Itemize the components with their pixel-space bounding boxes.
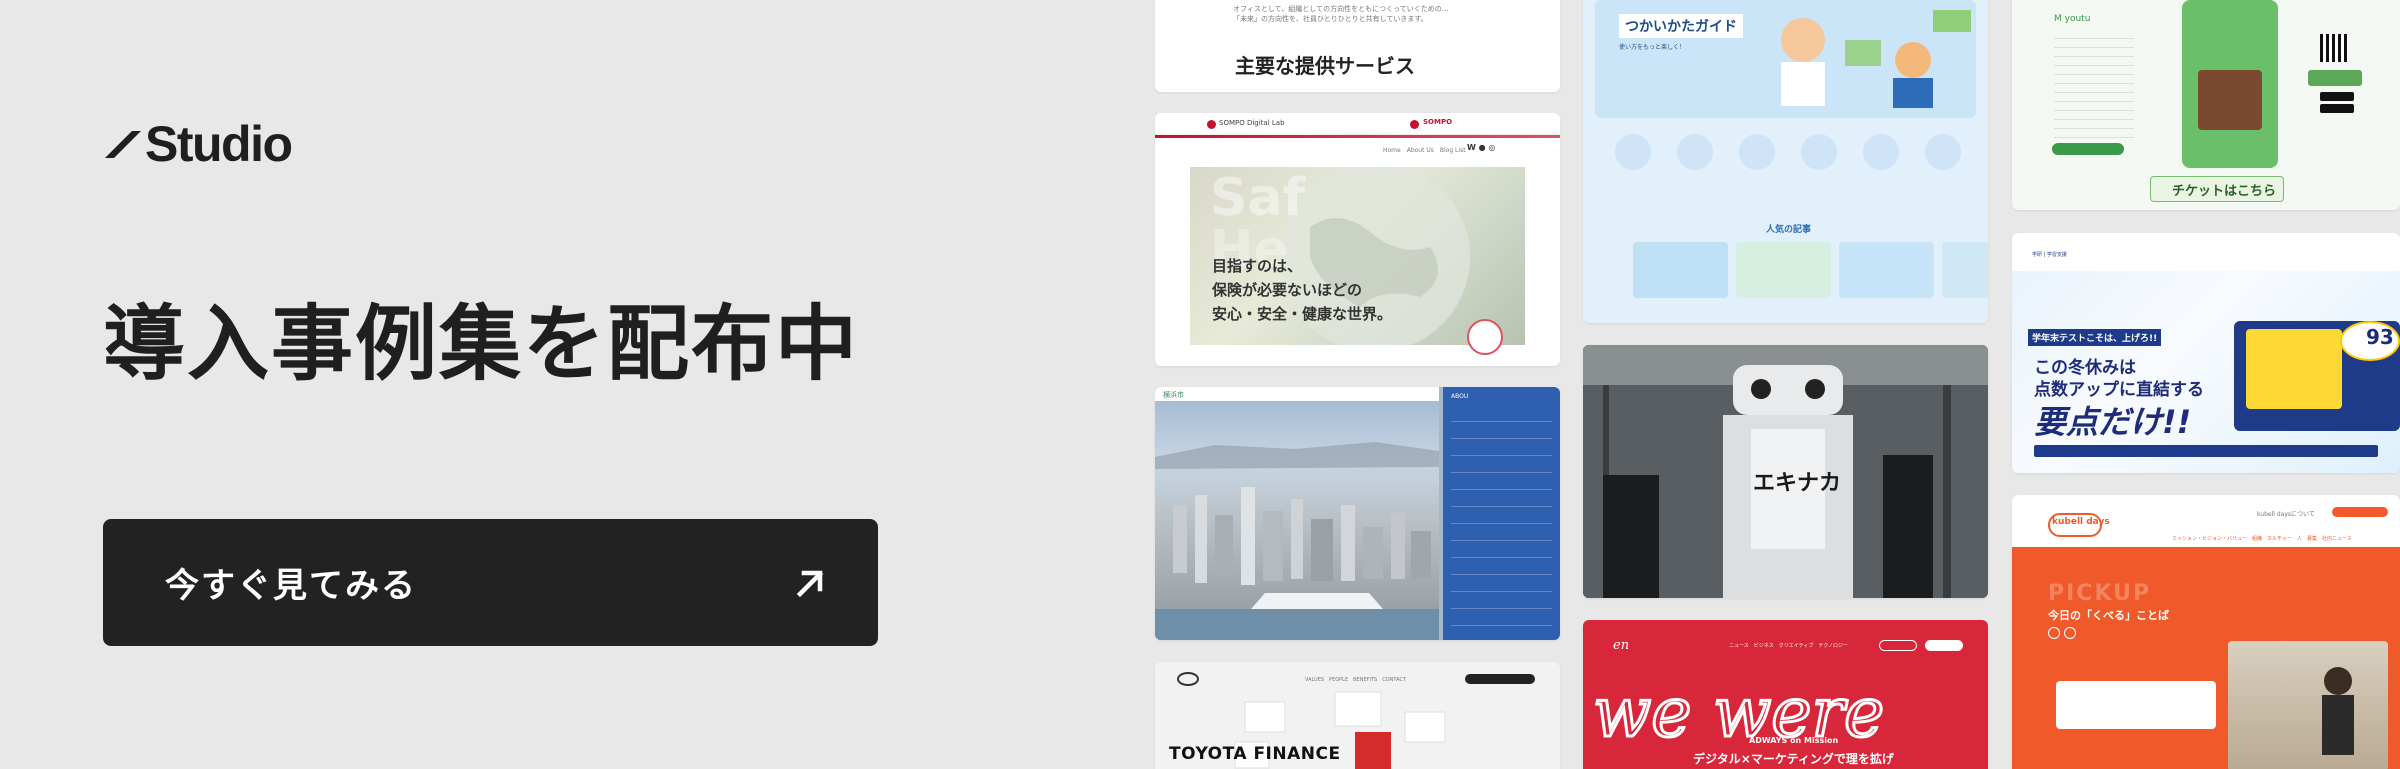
kubell-subtitle: 今日の「くべる」ことば bbox=[2048, 609, 2169, 622]
svg-text:Saf: Saf bbox=[1210, 168, 1307, 228]
showcase-card-sompo[interactable]: SOMPO Digital Lab SOMPO Home About Us Bl… bbox=[1155, 113, 1560, 366]
services-heading: 主要な提供サービス bbox=[1235, 54, 1415, 78]
showcase-card-test[interactable]: 学研 | 学習支援 学年末テストこそは、上げろ!! この冬休みは 点数アップに直… bbox=[2012, 233, 2400, 473]
showcase-card-services[interactable]: オフィスとして、組織としての方向性をともにつくっていくための… 「未来」の方向性… bbox=[1155, 0, 1560, 92]
sompo-brand-1: SOMPO Digital Lab bbox=[1219, 119, 1285, 127]
banner: { "logo": { "text": "Studio" }, "headlin… bbox=[0, 0, 2400, 769]
slash-icon bbox=[105, 131, 141, 158]
showcase-card-kubell[interactable]: kubell days kubell daysについて ミッション・ビジョン・バ… bbox=[2012, 495, 2400, 769]
showcase-card-city[interactable]: 横浜市 ABOU bbox=[1155, 387, 1560, 640]
showcase-card-app[interactable]: M youtu チケットはこちら bbox=[2012, 0, 2400, 210]
app-ticket: チケットはこちら bbox=[2172, 184, 2277, 199]
arrow-up-right-icon bbox=[796, 570, 824, 598]
sompo-hero-text-1: 目指すのは、 bbox=[1212, 257, 1303, 275]
kubell-pickup: PICKUP bbox=[2048, 581, 2152, 606]
adways-mission: ADWAYS on Mission bbox=[1749, 736, 1839, 745]
showcase-card-guide[interactable]: つかいかたガイド 使い方をもっと楽しく！ 人気の記事 bbox=[1583, 0, 1988, 323]
test-badge: 学年末テストこそは、上げろ!! bbox=[2028, 329, 2162, 346]
showcase-card-robot[interactable]: エキナカ bbox=[1583, 345, 1988, 598]
toyota-brand: TOYOTA FINANCE bbox=[1169, 744, 1341, 764]
headline: 導入事例集を配布中 bbox=[103, 297, 860, 392]
svg-text:横浜市: 横浜市 bbox=[1163, 390, 1184, 399]
studio-logo[interactable]: Studio bbox=[103, 116, 293, 172]
logo-text: Studio bbox=[145, 116, 293, 172]
adways-tagline: デジタル×マーケティングで理を拡げ bbox=[1693, 752, 1894, 766]
test-score: 93 bbox=[2366, 325, 2394, 349]
guide-section: 人気の記事 bbox=[1766, 225, 1812, 235]
showcase-card-toyota[interactable]: VALUES PEOPLE BENEFITS CONTACT TOYOTA FI… bbox=[1155, 662, 1560, 769]
sompo-hero-text-3: 安心・安全・健康な世界。 bbox=[1212, 305, 1393, 323]
kubell-brand: kubell days bbox=[2052, 517, 2110, 527]
cta-label: 今すぐ見てみる bbox=[165, 566, 417, 606]
adways-script: we were bbox=[1591, 673, 1885, 755]
sompo-hero-text-2: 保険が必要ないほどの bbox=[1212, 281, 1363, 299]
view-now-button[interactable]: 今すぐ見てみる bbox=[103, 519, 878, 646]
sompo-brand-2: SOMPO bbox=[1423, 118, 1453, 126]
test-line-3: 要点だけ!! bbox=[2034, 403, 2192, 441]
robot-text: エキナカ bbox=[1753, 471, 1842, 496]
showcase-card-adways[interactable]: en ニュース ビジネス クリエイティブ テクノロジー we were ADWA… bbox=[1583, 620, 1988, 769]
